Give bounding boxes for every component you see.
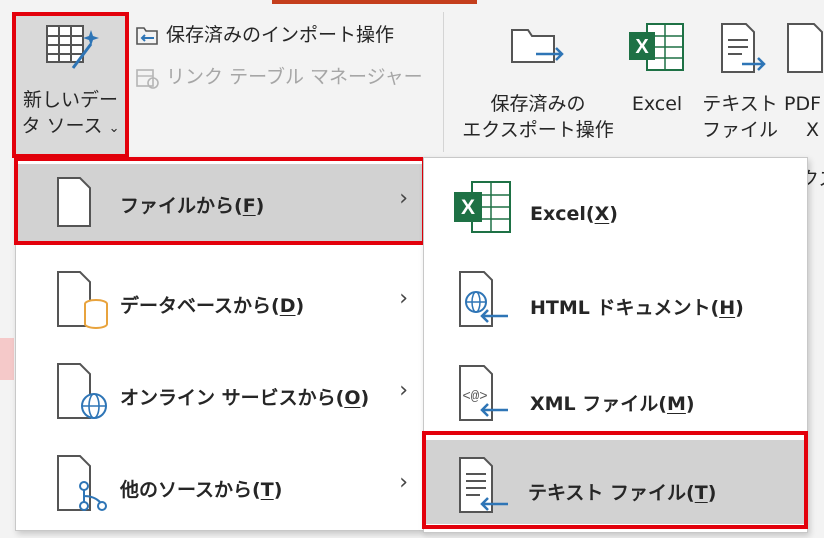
linked-table-icon — [136, 68, 159, 89]
menu-item-from-database[interactable]: データベースから(D) › — [16, 258, 424, 344]
chevron-right-icon: › — [399, 286, 408, 311]
saved-imports-label: 保存済みのインポート操作 — [166, 24, 395, 46]
export-text-file-label-1: テキスト — [702, 93, 778, 115]
saved-imports-button[interactable]: 保存済みのインポート操作 — [134, 20, 394, 50]
export-text-file-label-2: ファイル — [701, 119, 778, 141]
saved-exports-label-1: 保存済みの — [490, 93, 586, 115]
excel-icon: X — [454, 181, 511, 233]
new-data-source-label-2: タ ソース ⌄ — [21, 115, 120, 137]
svg-text:X: X — [635, 36, 649, 58]
export-pdf-label-1: PDF — [784, 93, 822, 115]
submenu-item-xml[interactable]: <@> XML ファイル(M) — [424, 348, 807, 434]
saved-exports-button[interactable]: 保存済みの エクスポート操作 — [458, 20, 618, 143]
menu-item-from-online-service-label: オンライン サービスから(O) — [120, 387, 370, 409]
submenu-item-html[interactable]: HTML ドキュメント(H) — [424, 254, 807, 340]
export-pdf-label-2: X — [806, 119, 820, 141]
export-pdf-button[interactable]: PDF X — [784, 20, 824, 143]
ribbon-group-separator — [443, 12, 444, 152]
background-panel — [0, 262, 16, 538]
from-file-highlight — [14, 157, 426, 245]
export-excel-label: Excel — [631, 93, 683, 115]
export-excel-button[interactable]: X Excel — [624, 20, 690, 117]
menu-item-from-database-label: データベースから(D) — [120, 295, 305, 317]
other-sources-icon — [57, 455, 107, 511]
chevron-right-icon: › — [399, 470, 408, 495]
text-file-highlight — [422, 431, 808, 529]
saved-exports-icon — [511, 29, 564, 63]
saved-exports-label-2: エクスポート操作 — [462, 119, 614, 141]
ribbon-tab-accent — [272, 0, 477, 4]
chevron-right-icon: › — [399, 378, 408, 403]
submenu-item-excel-label: Excel(X) — [530, 203, 618, 225]
menu-item-from-other-sources[interactable]: 他のソースから(T) › — [16, 442, 424, 528]
submenu-item-xml-label: XML ファイル(M) — [530, 393, 695, 415]
svg-text:X: X — [461, 196, 475, 219]
pdf-icon — [787, 23, 823, 73]
menu-item-from-online-service[interactable]: オンライン サービスから(O) › — [16, 350, 424, 436]
menu-item-from-other-sources-label: 他のソースから(T) — [120, 479, 283, 501]
background-highlight-strip — [0, 338, 14, 380]
new-table-icon — [45, 25, 99, 69]
text-file-export-icon — [721, 23, 766, 73]
new-data-source-button[interactable]: 新しいデー タ ソース ⌄ — [16, 16, 125, 154]
html-document-icon — [459, 271, 508, 327]
xml-file-icon: <@> — [459, 365, 508, 421]
database-file-icon — [57, 271, 108, 329]
submenu-item-excel[interactable]: X Excel(X) — [424, 164, 807, 250]
excel-icon: X — [629, 23, 684, 71]
linked-table-manager-label: リンク テーブル マネージャー — [166, 66, 423, 88]
submenu-item-html-label: HTML ドキュメント(H) — [530, 297, 744, 319]
export-text-file-button[interactable]: テキスト ファイル — [698, 20, 782, 143]
new-data-source-label-1: 新しいデー — [22, 89, 118, 111]
linked-table-manager-button[interactable]: リンク テーブル マネージャー — [134, 62, 423, 92]
online-service-icon — [57, 363, 107, 419]
saved-imports-icon — [136, 26, 158, 45]
svg-text:<@>: <@> — [462, 389, 487, 405]
chevron-down-icon: ⌄ — [108, 121, 120, 136]
